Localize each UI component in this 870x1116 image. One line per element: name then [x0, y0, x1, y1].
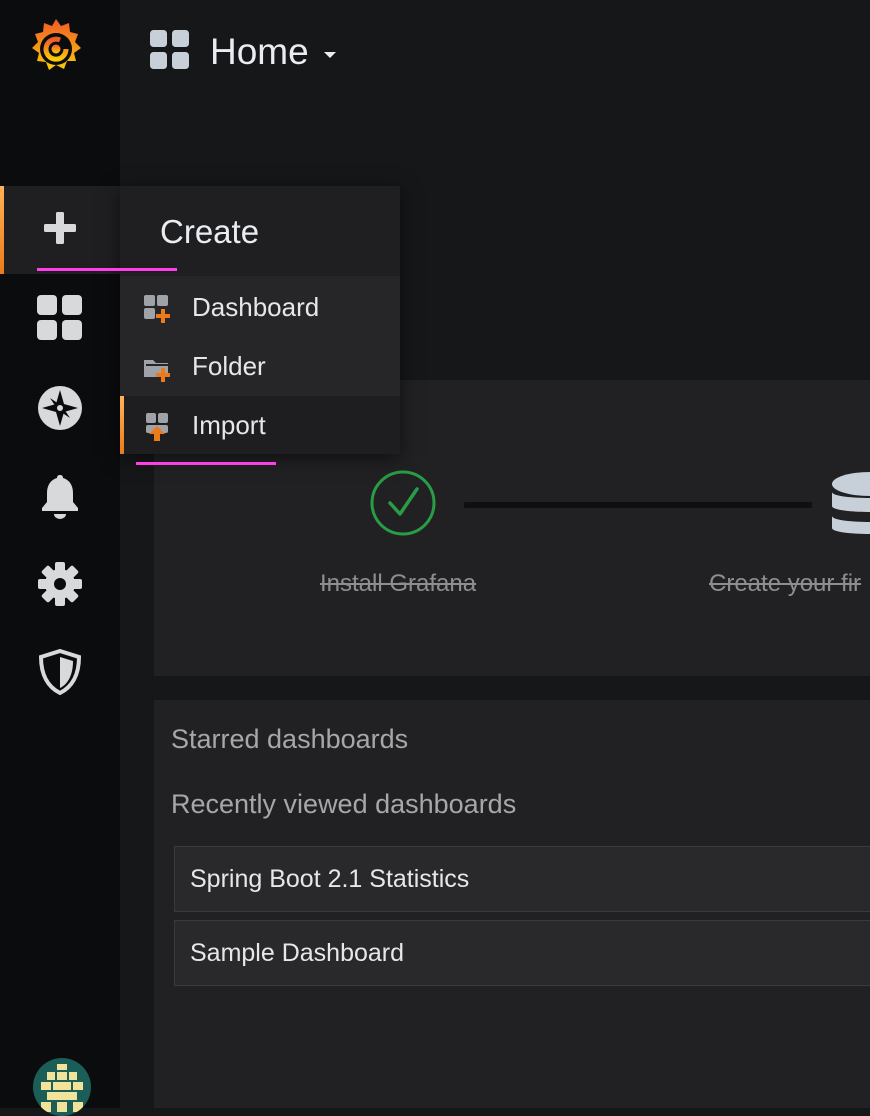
- sidebar-item-configuration[interactable]: [0, 542, 120, 630]
- database-icon: [830, 468, 870, 545]
- menu-item-import[interactable]: Import: [120, 396, 400, 454]
- dashboard-link[interactable]: Spring Boot 2.1 Statistics: [190, 865, 469, 894]
- grafana-logo-icon[interactable]: [26, 16, 86, 80]
- page-title[interactable]: Home: [210, 31, 309, 73]
- recent-dashboards-title: Recently viewed dashboards: [171, 789, 517, 819]
- create-dropdown-menu: Create Dashboard Folder Import: [120, 186, 400, 454]
- dashboard-link[interactable]: Sample Dashboard: [190, 939, 404, 968]
- dashboard-nav[interactable]: Home: [150, 28, 337, 76]
- step-create-data-source[interactable]: Create your fir: [709, 570, 861, 598]
- shield-icon: [38, 648, 82, 700]
- progress-connector: [464, 502, 812, 508]
- check-circle-icon: [370, 470, 436, 541]
- dashboards-icon: [37, 294, 83, 346]
- dashboard-add-icon: [142, 293, 172, 323]
- menu-item-label: Folder: [192, 350, 266, 381]
- menu-item-label: Dashboard: [192, 291, 320, 322]
- dashboard-list-item[interactable]: Sample Dashboard: [174, 920, 870, 986]
- menu-item-label: Import: [192, 409, 266, 440]
- starred-dashboards-title: Starred dashboards: [171, 724, 409, 754]
- sidebar-item-dashboards[interactable]: [0, 276, 120, 364]
- sidebar-item-alerting[interactable]: [0, 454, 120, 542]
- dropdown-header[interactable]: Create: [120, 186, 400, 276]
- dashboards-icon: [150, 29, 190, 75]
- menu-item-dashboard[interactable]: Dashboard: [120, 278, 400, 336]
- user-avatar[interactable]: [33, 1058, 91, 1116]
- annotation-underline-import: [136, 462, 276, 465]
- plus-icon: [42, 210, 78, 251]
- sidebar-item-create[interactable]: [0, 186, 120, 274]
- gear-icon: [37, 561, 83, 612]
- folder-add-icon: [142, 352, 172, 382]
- import-icon: [142, 411, 172, 441]
- sidebar-item-explore[interactable]: [0, 366, 120, 454]
- caret-down-icon: [323, 47, 337, 65]
- dashboard-list-item[interactable]: Spring Boot 2.1 Statistics: [174, 846, 870, 912]
- dropdown-header-label: Create: [160, 213, 260, 250]
- sidebar-item-server-admin[interactable]: [0, 630, 120, 718]
- compass-icon: [37, 385, 83, 436]
- step-create-clip: Create your fir: [700, 560, 870, 610]
- bell-icon: [40, 473, 80, 524]
- menu-item-folder[interactable]: Folder: [120, 337, 400, 395]
- annotation-underline-create: [37, 268, 177, 271]
- side-menu: [0, 0, 120, 1116]
- step-install-grafana[interactable]: Install Grafana: [320, 570, 476, 598]
